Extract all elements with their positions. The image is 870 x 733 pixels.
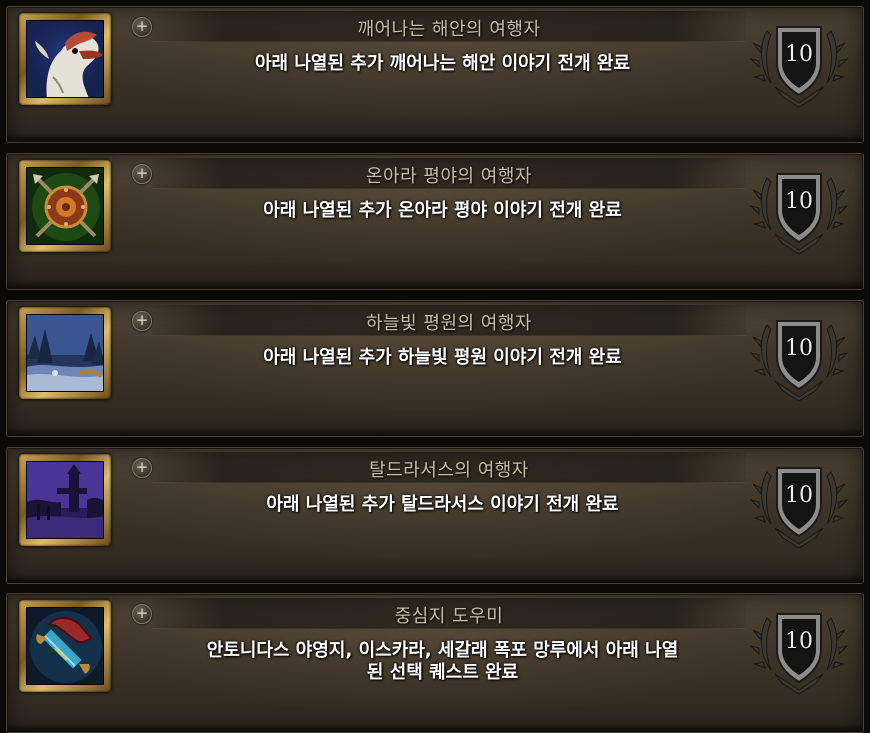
achievement-points-badge: 10	[749, 452, 849, 552]
achievement-row[interactable]: + 온아라 평야의 여행자 아래 나열된 추가 온아라 평야 이야기 전개 완료…	[6, 153, 864, 290]
rolled-scroll-icon	[26, 607, 104, 685]
achievement-points-badge: 10	[749, 305, 849, 405]
achievement-title: 온아라 평야의 여행자	[366, 166, 532, 187]
achievement-icon-frame	[19, 13, 111, 105]
achievement-points: 10	[785, 189, 813, 214]
achievement-points: 10	[785, 483, 813, 508]
expand-button[interactable]: +	[132, 17, 152, 37]
expand-button[interactable]: +	[132, 604, 152, 624]
expand-button[interactable]: +	[132, 311, 152, 331]
achievement-points-badge: 10	[749, 158, 849, 258]
achievement-row[interactable]: + 탈드라서스의 여행자 아래 나열된 추가 탈드라서스 이야기 전개 완료 1…	[6, 447, 864, 584]
achievement-title: 탈드라서스의 여행자	[369, 460, 529, 481]
achievement-title: 깨어나는 해안의 여행자	[357, 19, 541, 40]
achievement-points: 10	[785, 42, 813, 67]
achievement-row[interactable]: + 하늘빛 평원의 여행자 아래 나열된 추가 하늘빛 평원 이야기 전개 완료…	[6, 300, 864, 437]
purple-tower-landscape-icon	[26, 461, 104, 539]
achievement-icon-frame	[19, 454, 111, 546]
achievement-list: + 깨어나는 해안의 여행자 아래 나열된 추가 깨어나는 해안 이야기 전개 …	[0, 0, 870, 733]
blue-forest-landscape-icon	[26, 314, 104, 392]
achievement-description: 아래 나열된 추가 온아라 평야 이야기 전개 완료	[263, 200, 622, 221]
achievement-points-badge: 10	[749, 598, 849, 698]
achievement-description: 아래 나열된 추가 하늘빛 평원 이야기 전개 완료	[263, 347, 622, 368]
achievement-description: 안토니다스 야영지, 이스카라, 세갈래 폭포 망루에서 아래 나열 된 선택 …	[206, 640, 679, 683]
achievement-points: 10	[785, 629, 813, 654]
achievement-row[interactable]: + 깨어나는 해안의 여행자 아래 나열된 추가 깨어나는 해안 이야기 전개 …	[6, 6, 864, 143]
achievement-icon-frame	[19, 160, 111, 252]
dragon-portrait-icon	[26, 20, 104, 98]
expand-button[interactable]: +	[132, 458, 152, 478]
achievement-description: 아래 나열된 추가 깨어나는 해안 이야기 전개 완료	[254, 53, 631, 74]
achievement-points-badge: 10	[749, 11, 849, 111]
centaur-shield-icon	[26, 167, 104, 245]
achievement-icon-frame	[19, 307, 111, 399]
achievement-row[interactable]: + 중심지 도우미 안토니다스 야영지, 이스카라, 세갈래 폭포 망루에서 아…	[6, 593, 864, 733]
achievement-title: 하늘빛 평원의 여행자	[366, 313, 532, 334]
achievement-description: 아래 나열된 추가 탈드라서스 이야기 전개 완료	[266, 494, 619, 515]
achievement-icon-frame	[19, 600, 111, 692]
achievement-title: 중심지 도우미	[394, 606, 504, 627]
achievement-points: 10	[785, 336, 813, 361]
expand-button[interactable]: +	[132, 164, 152, 184]
